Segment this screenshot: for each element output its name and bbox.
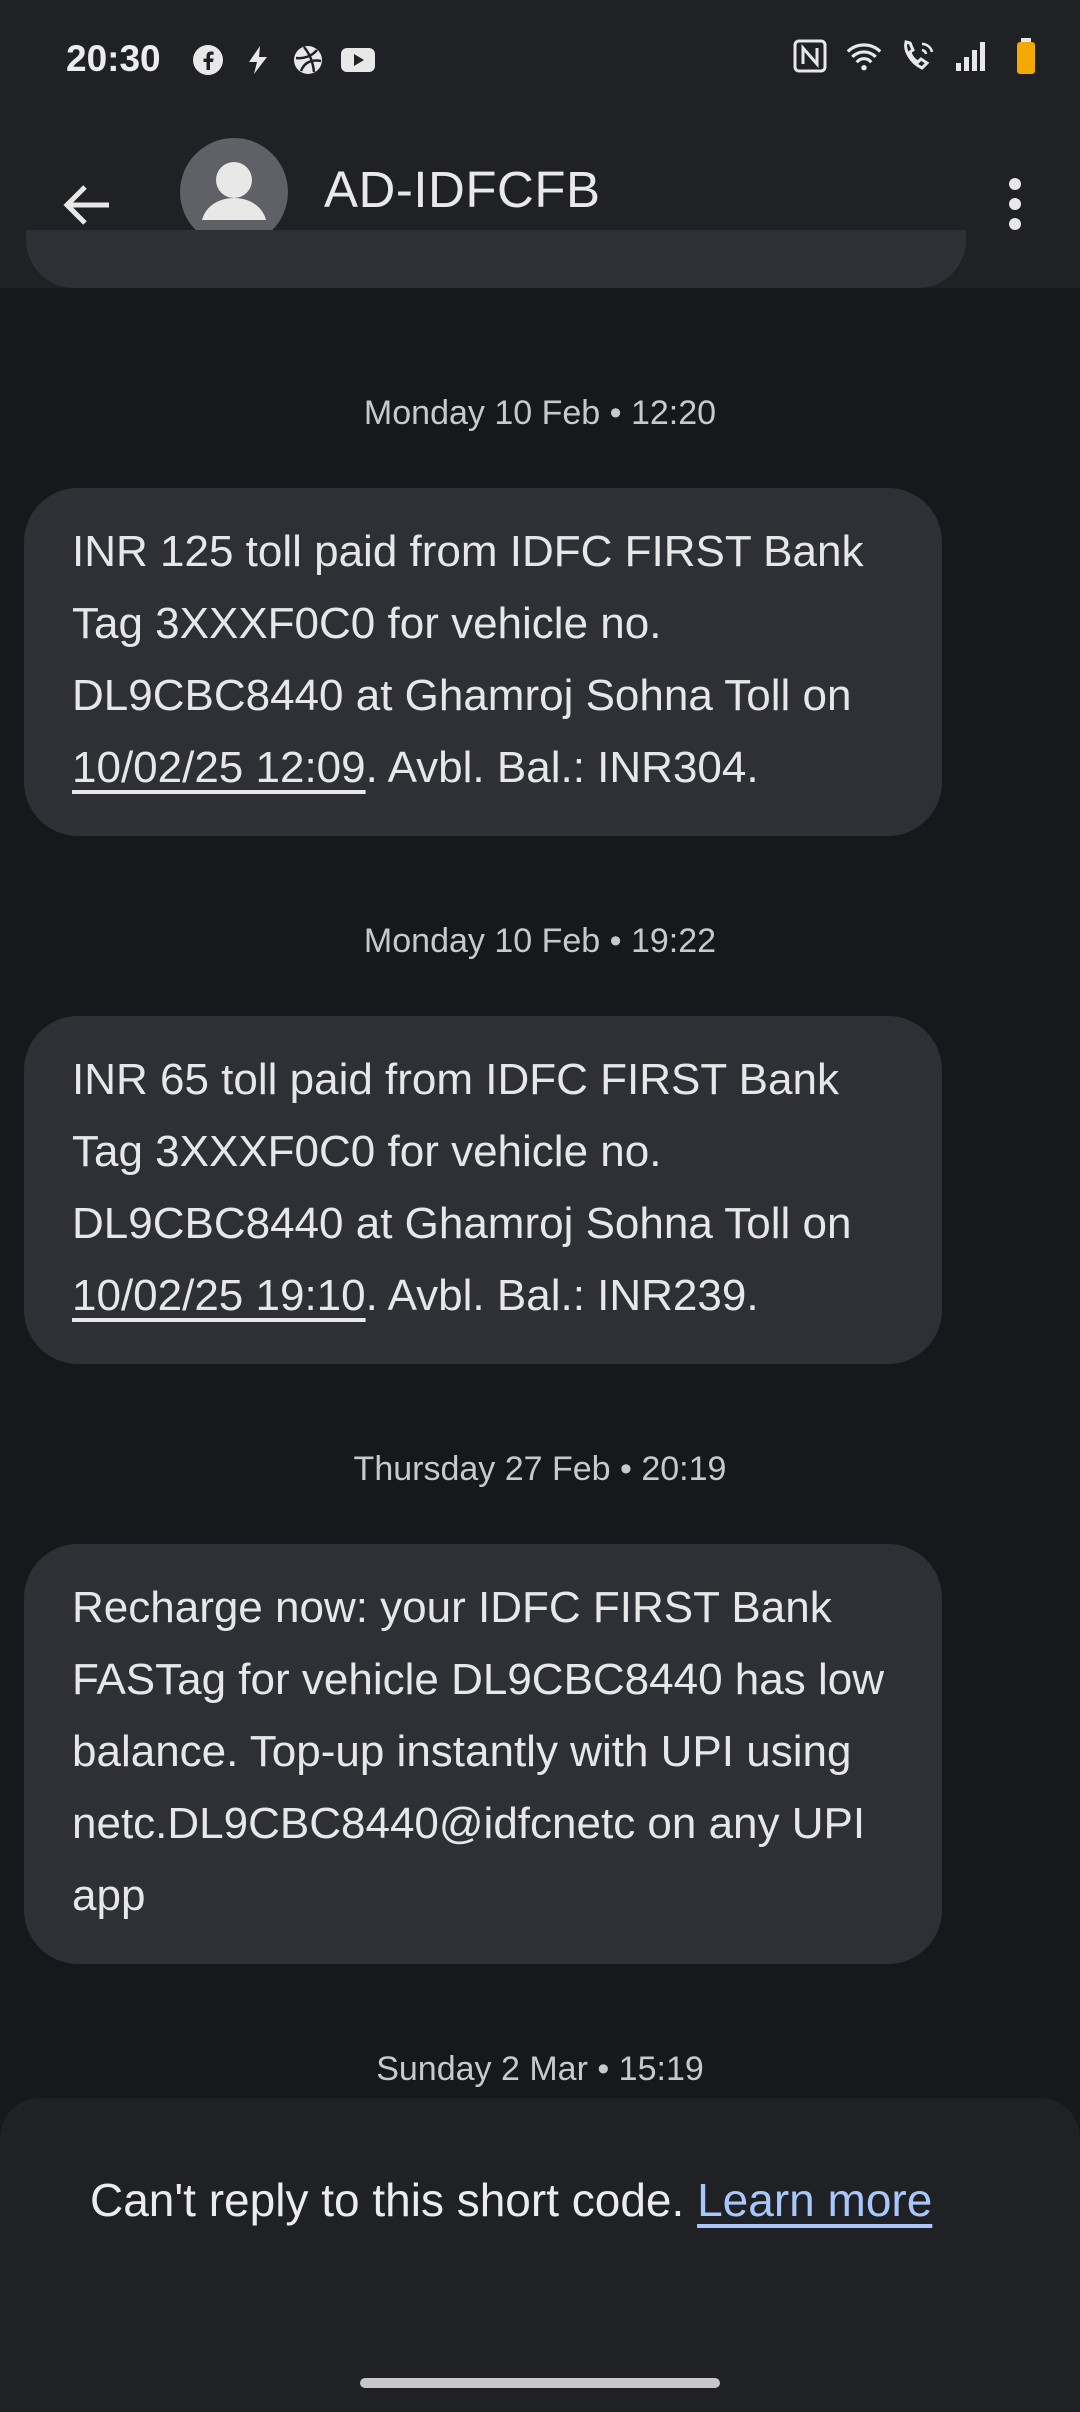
battery-icon: [1008, 38, 1044, 74]
more-vert-icon: [1009, 178, 1021, 230]
message-date-link[interactable]: 10/02/25 19:10: [72, 1271, 366, 1320]
message-text: Recharge now: your IDFC FIRST Bank FASTa…: [72, 1583, 884, 1920]
message-text: . Avbl. Bal.: INR304.: [365, 743, 759, 792]
message-text: INR 65 toll paid from IDFC FIRST Bank Ta…: [72, 1055, 852, 1248]
system-icons: [792, 38, 1044, 74]
reply-notice-text: Can't reply to this short code.: [90, 2174, 698, 2226]
notification-icons: [190, 42, 376, 78]
dribbble-icon: [290, 42, 326, 78]
wifi-icon: [846, 38, 882, 74]
gesture-nav-handle[interactable]: [360, 2378, 720, 2388]
more-options-button[interactable]: [990, 164, 1040, 244]
status-time: 20:30: [66, 38, 161, 79]
contact-name[interactable]: AD-IDFCFB: [324, 160, 600, 219]
message-bubble[interactable]: INR 65 toll paid from IDFC FIRST Bank Ta…: [24, 1016, 942, 1364]
arrow-back-icon: [63, 185, 109, 225]
message-bubble[interactable]: INR 125 toll paid from IDFC FIRST Bank T…: [24, 488, 942, 836]
facebook-icon: [190, 42, 226, 78]
previous-message-bubble[interactable]: [26, 230, 966, 288]
wifi-call-icon: [900, 38, 936, 74]
status-bar: 20:30: [0, 0, 1080, 120]
learn-more-link[interactable]: Learn more: [697, 2174, 932, 2226]
reply-disabled-banner: Can't reply to this short code. Learn mo…: [0, 2098, 1080, 2412]
message-date-link[interactable]: 10/02/25 12:09: [72, 743, 366, 792]
nfc-icon: [792, 38, 828, 74]
message-timestamp: Sunday 2 Mar • 15:19: [376, 2050, 704, 2088]
message-timestamp: Thursday 27 Feb • 20:19: [353, 1450, 727, 1488]
message-text: . Avbl. Bal.: INR239.: [365, 1271, 759, 1320]
message-thread[interactable]: Monday 10 Feb • 12:20 INR 125 toll paid …: [0, 288, 1080, 2098]
message-text: INR 125 toll paid from IDFC FIRST Bank T…: [72, 527, 864, 720]
message-timestamp: Monday 10 Feb • 12:20: [363, 394, 717, 432]
message-timestamp: Monday 10 Feb • 19:22: [363, 922, 717, 960]
reply-notice: Can't reply to this short code. Learn mo…: [90, 2164, 990, 2236]
bolt-icon: [240, 42, 276, 78]
signal-icon: [954, 38, 990, 74]
message-bubble[interactable]: Recharge now: your IDFC FIRST Bank FASTa…: [24, 1544, 942, 1964]
youtube-icon: [340, 42, 376, 78]
